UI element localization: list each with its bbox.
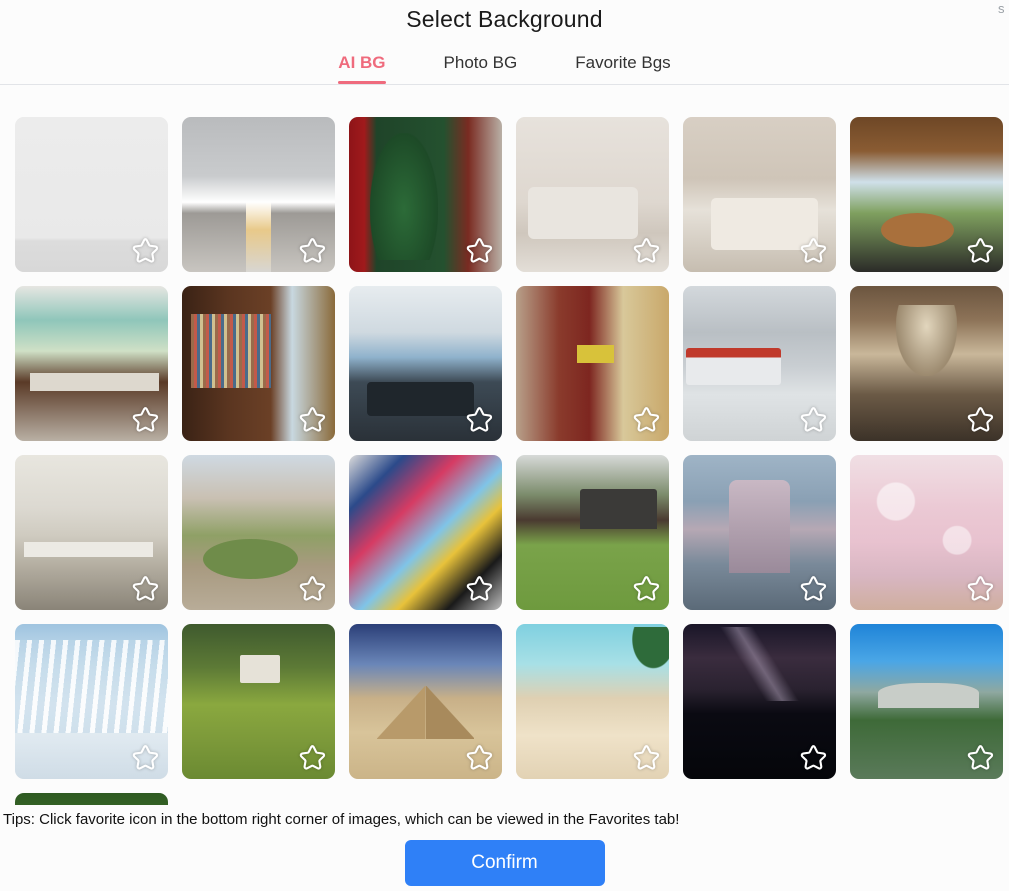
background-thumb-wooden-library-study[interactable] [182, 286, 335, 441]
star-icon[interactable] [797, 572, 829, 604]
background-grid-scroll[interactable] [0, 117, 1009, 805]
background-thumb-kitchen-interior[interactable] [15, 286, 168, 441]
tab-ai-bg[interactable]: AI BG [338, 53, 386, 84]
tips-text: Tips: Click favorite icon in the bottom … [3, 811, 680, 828]
background-thumb-egypt-pyramids[interactable] [349, 624, 502, 779]
background-thumb-milky-way-night-lake[interactable] [683, 624, 836, 779]
tab-divider [0, 84, 1009, 85]
star-icon[interactable] [296, 741, 328, 773]
background-thumb-blank-white-backdrop[interactable] [15, 117, 168, 272]
background-thumb-asian-temple-lawn[interactable] [516, 455, 669, 610]
background-thumb-european-town-street[interactable] [182, 455, 335, 610]
star-icon[interactable] [964, 403, 996, 435]
confirm-button[interactable]: Confirm [404, 840, 605, 886]
page-title: Select Background [406, 6, 603, 32]
background-thumb-green-forest-path[interactable] [15, 793, 168, 805]
background-thumb-train-station-platform[interactable] [683, 286, 836, 441]
star-icon[interactable] [296, 234, 328, 266]
corner-cut-text: s [998, 2, 1005, 15]
star-icon[interactable] [630, 741, 662, 773]
star-icon[interactable] [630, 403, 662, 435]
star-icon[interactable] [463, 234, 495, 266]
select-background-dialog: s Select Background AI BG Photo BG Favorit… [0, 0, 1009, 891]
background-thumb-shopping-mall-atrium[interactable] [850, 286, 1003, 441]
background-thumb-fairytale-castle[interactable] [683, 455, 836, 610]
star-icon[interactable] [129, 234, 161, 266]
background-thumb-gym-fitness-room[interactable] [349, 286, 502, 441]
background-thumb-tropical-beach[interactable] [516, 624, 669, 779]
background-thumb-countryside-meadow[interactable] [182, 624, 335, 779]
star-icon[interactable] [630, 234, 662, 266]
background-thumb-cherry-blossom-tree[interactable] [850, 455, 1003, 610]
background-thumb-modern-living-room[interactable] [516, 117, 669, 272]
star-icon[interactable] [797, 234, 829, 266]
star-icon[interactable] [129, 403, 161, 435]
background-grid [0, 117, 1009, 805]
background-thumb-graffiti-wall[interactable] [349, 455, 502, 610]
background-thumb-snowy-winter-forest[interactable] [15, 624, 168, 779]
background-thumb-supermarket-aisle[interactable] [516, 286, 669, 441]
background-thumb-mountain-lake-pines[interactable] [850, 624, 1003, 779]
star-icon[interactable] [296, 403, 328, 435]
background-thumb-classroom-desks[interactable] [15, 455, 168, 610]
tab-bar: AI BG Photo BG Favorite Bgs [0, 53, 1009, 84]
dialog-footer: Tips: Click favorite icon in the bottom … [0, 805, 1009, 891]
star-icon[interactable] [463, 572, 495, 604]
star-icon[interactable] [129, 741, 161, 773]
star-icon[interactable] [964, 572, 996, 604]
star-icon[interactable] [797, 403, 829, 435]
star-icon[interactable] [463, 403, 495, 435]
star-icon[interactable] [296, 572, 328, 604]
background-thumb-christmas-tree-room[interactable] [349, 117, 502, 272]
star-icon[interactable] [129, 572, 161, 604]
tab-photo-bg[interactable]: Photo BG [444, 53, 518, 84]
tab-favorite-bgs[interactable]: Favorite Bgs [575, 53, 670, 84]
thumbnail-image [15, 793, 168, 805]
star-icon[interactable] [463, 741, 495, 773]
star-icon[interactable] [797, 741, 829, 773]
background-thumb-bedroom-interior[interactable] [683, 117, 836, 272]
star-icon[interactable] [630, 572, 662, 604]
star-icon[interactable] [964, 741, 996, 773]
background-thumb-fashion-show-runway[interactable] [182, 117, 335, 272]
star-icon[interactable] [964, 234, 996, 266]
background-thumb-cafe-with-window-view[interactable] [850, 117, 1003, 272]
confirm-row: Confirm [0, 840, 1009, 886]
